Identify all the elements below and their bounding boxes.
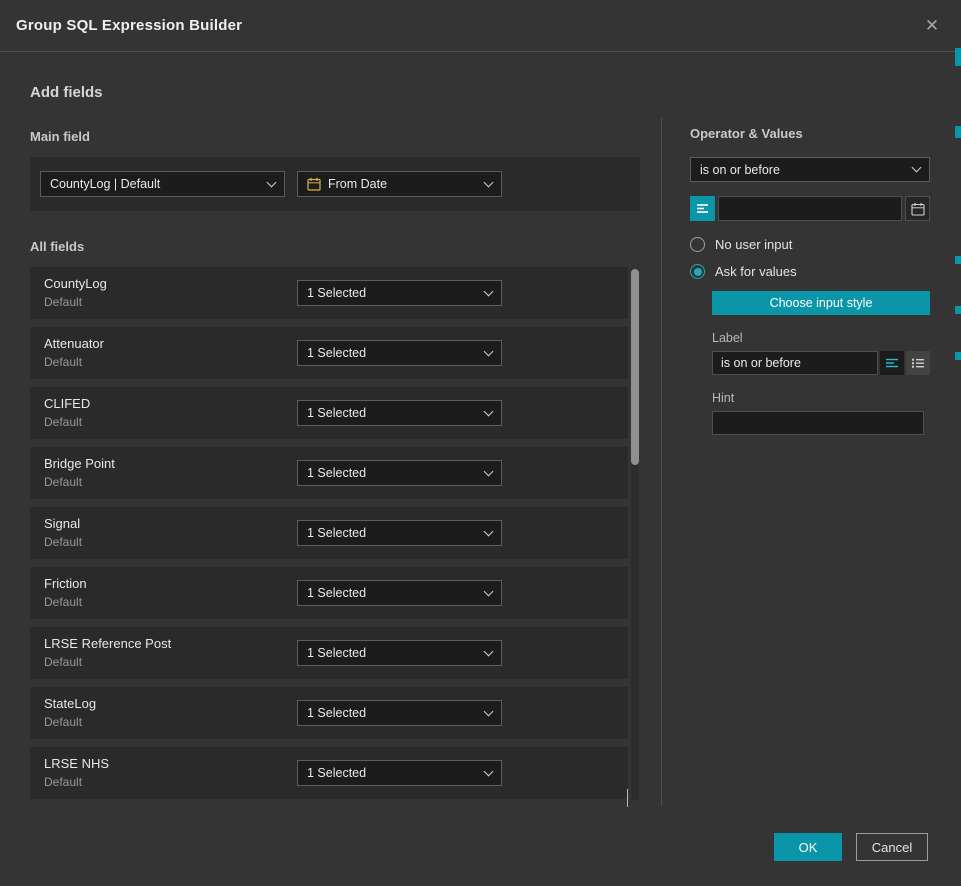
- field-selection-dropdown[interactable]: 1 Selected: [297, 340, 502, 366]
- field-row: Signal Default 1 Selected: [30, 507, 628, 559]
- all-fields-label: All fields: [30, 239, 640, 254]
- field-row: LRSE NHS Default 1 Selected: [30, 747, 628, 799]
- no-user-input-label: No user input: [715, 237, 792, 252]
- field-selection-value: 1 Selected: [307, 586, 478, 600]
- dialog-title: Group SQL Expression Builder: [16, 17, 242, 34]
- main-field-panel: CountyLog | Default From Date: [30, 157, 640, 211]
- list-icon: [911, 356, 925, 370]
- chevron-down-icon: [484, 177, 494, 187]
- add-fields-heading: Add fields: [30, 84, 640, 101]
- date-field-dropdown[interactable]: From Date: [297, 171, 502, 197]
- dialog-footer: OK Cancel: [774, 833, 928, 861]
- field-row: CLIFED Default 1 Selected: [30, 387, 628, 439]
- chevron-down-icon: [484, 706, 494, 716]
- field-selection-value: 1 Selected: [307, 706, 478, 720]
- chevron-down-icon: [267, 177, 277, 187]
- vertical-divider: [661, 118, 662, 806]
- all-fields-list: CountyLog Default 1 Selected Attenuator …: [30, 267, 628, 799]
- chevron-down-icon: [484, 586, 494, 596]
- calendar-icon: [307, 177, 321, 191]
- field-selection-dropdown[interactable]: 1 Selected: [297, 460, 502, 486]
- chevron-down-icon: [484, 406, 494, 416]
- add-fields-section: Add fields Main field CountyLog | Defaul…: [30, 84, 640, 807]
- chevron-down-icon: [484, 466, 494, 476]
- edge-artifact: [955, 48, 961, 66]
- calendar-icon: [911, 202, 925, 216]
- date-picker-button[interactable]: [905, 196, 930, 221]
- field-selection-dropdown[interactable]: 1 Selected: [297, 520, 502, 546]
- chevron-down-icon: [484, 646, 494, 656]
- field-selection-dropdown[interactable]: 1 Selected: [297, 640, 502, 666]
- field-row: CountyLog Default 1 Selected: [30, 267, 628, 319]
- align-left-icon: [885, 356, 899, 370]
- field-selection-dropdown[interactable]: 1 Selected: [297, 280, 502, 306]
- scroll-down-icon: [627, 789, 628, 807]
- hint-field-label: Hint: [712, 391, 930, 405]
- radio-icon: [690, 264, 705, 279]
- radio-icon: [690, 237, 705, 252]
- no-user-input-radio[interactable]: No user input: [690, 237, 930, 252]
- chevron-down-icon: [484, 286, 494, 296]
- text-input-style-button[interactable]: [880, 351, 904, 375]
- edge-artifact: [955, 306, 961, 314]
- field-selection-value: 1 Selected: [307, 646, 478, 660]
- field-row: LRSE Reference Post Default 1 Selected: [30, 627, 628, 679]
- field-selection-value: 1 Selected: [307, 286, 478, 300]
- layer-dropdown-value: CountyLog | Default: [50, 177, 261, 191]
- value-mode-button[interactable]: [690, 196, 715, 221]
- field-row: Bridge Point Default 1 Selected: [30, 447, 628, 499]
- chevron-down-icon: [912, 163, 922, 173]
- field-row: Attenuator Default 1 Selected: [30, 327, 628, 379]
- chevron-down-icon: [484, 346, 494, 356]
- close-button[interactable]: ✕: [919, 13, 945, 39]
- field-selection-value: 1 Selected: [307, 346, 478, 360]
- edge-artifact: [955, 352, 961, 360]
- operator-values-section: Operator & Values is on or before No use…: [690, 126, 930, 435]
- label-row: [712, 351, 930, 375]
- main-field-label: Main field: [30, 129, 640, 144]
- cancel-button[interactable]: Cancel: [856, 833, 928, 861]
- ok-button[interactable]: OK: [774, 833, 842, 861]
- field-selection-value: 1 Selected: [307, 526, 478, 540]
- field-selection-dropdown[interactable]: 1 Selected: [297, 700, 502, 726]
- close-icon: ✕: [925, 16, 939, 36]
- label-input[interactable]: [712, 351, 878, 375]
- edge-artifact: [955, 126, 961, 138]
- date-field-dropdown-value: From Date: [328, 177, 478, 191]
- chevron-down-icon: [484, 766, 494, 776]
- choose-input-style-button[interactable]: Choose input style: [712, 291, 930, 315]
- field-row: Friction Default 1 Selected: [30, 567, 628, 619]
- ask-for-values-label: Ask for values: [715, 264, 797, 279]
- edge-artifact: [955, 256, 961, 264]
- value-input[interactable]: [718, 196, 902, 221]
- chevron-down-icon: [484, 526, 494, 536]
- scrollbar-thumb[interactable]: [631, 269, 639, 465]
- layer-dropdown[interactable]: CountyLog | Default: [40, 171, 285, 197]
- ask-for-values-radio[interactable]: Ask for values: [690, 264, 930, 279]
- input-lines-icon: [695, 201, 710, 216]
- field-selection-dropdown[interactable]: 1 Selected: [297, 760, 502, 786]
- field-selection-value: 1 Selected: [307, 766, 478, 780]
- label-field-label: Label: [712, 331, 930, 345]
- fields-scrollbar[interactable]: [631, 269, 639, 800]
- hint-input[interactable]: [712, 411, 924, 435]
- field-selection-value: 1 Selected: [307, 406, 478, 420]
- field-selection-dropdown[interactable]: 1 Selected: [297, 580, 502, 606]
- value-row: [690, 196, 930, 221]
- dialog-titlebar: Group SQL Expression Builder ✕: [0, 0, 961, 52]
- user-input-radio-group: No user input Ask for values: [690, 237, 930, 279]
- operator-dropdown[interactable]: is on or before: [690, 157, 930, 182]
- operator-values-heading: Operator & Values: [690, 126, 930, 141]
- field-selection-dropdown[interactable]: 1 Selected: [297, 400, 502, 426]
- field-selection-value: 1 Selected: [307, 466, 478, 480]
- operator-dropdown-value: is on or before: [700, 163, 906, 177]
- field-row: StateLog Default 1 Selected: [30, 687, 628, 739]
- list-input-style-button[interactable]: [906, 351, 930, 375]
